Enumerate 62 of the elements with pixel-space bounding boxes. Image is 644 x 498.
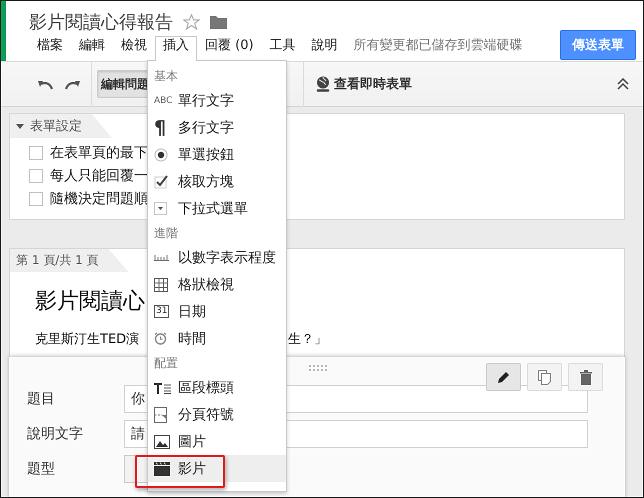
page-indicator: 第 1 頁/共 1 頁 xyxy=(10,249,129,272)
field-label: 題型 xyxy=(27,460,56,478)
pilcrow-icon: ¶ xyxy=(154,116,166,138)
alarm-clock-icon xyxy=(154,332,167,345)
insert-menu-item[interactable]: ¶ 多行文字 xyxy=(148,114,286,141)
folder-icon[interactable] xyxy=(210,15,227,29)
view-live-form-button[interactable]: 查看即時表單 xyxy=(312,75,416,93)
radio-icon xyxy=(154,148,168,162)
form-description: 克里斯汀生TED演 xyxy=(35,331,140,348)
insert-menu-item[interactable]: 核取方塊 xyxy=(148,168,286,195)
field-label: 說明文字 xyxy=(27,424,84,442)
heading-lines-icon xyxy=(154,382,171,394)
globe-icon xyxy=(316,76,330,92)
checkbox[interactable] xyxy=(29,168,43,182)
menu-group-heading: 進階 xyxy=(153,225,179,242)
menu-group-heading: 基本 xyxy=(153,68,179,85)
insert-menu-item[interactable]: 31 日期 xyxy=(148,298,286,325)
insert-menu-item[interactable]: 單選按鈕 xyxy=(148,141,286,168)
text-icon: ABC xyxy=(154,96,172,106)
scale-icon xyxy=(154,254,169,260)
option-label: 隨機決定問題順 xyxy=(50,190,148,208)
copy-icon xyxy=(538,370,551,384)
menu-item[interactable]: 說明 xyxy=(304,36,346,61)
menu-item[interactable]: 工具 xyxy=(262,36,304,61)
expand-triangle-icon[interactable] xyxy=(16,124,24,130)
menu-item[interactable]: 回覆 (0) xyxy=(197,36,262,61)
checkbox[interactable] xyxy=(29,146,43,160)
undo-icon[interactable] xyxy=(37,78,53,90)
page-break-icon xyxy=(154,406,167,422)
menu-item[interactable]: 編輯 xyxy=(71,36,113,61)
insert-menu-item[interactable]: 以數字表示程度 xyxy=(148,244,286,271)
insert-menu-item[interactable]: 下拉式選單 xyxy=(148,195,286,222)
section-tab[interactable]: 表單設定 xyxy=(10,114,112,138)
trash-icon xyxy=(580,370,592,384)
menu-group-heading: 配置 xyxy=(153,355,179,372)
collapse-icon[interactable] xyxy=(617,78,629,90)
menu-item[interactable]: 插入 xyxy=(155,36,197,61)
checkmark-icon xyxy=(154,174,169,189)
image-icon xyxy=(154,434,170,448)
insert-menu-item[interactable]: 時間 xyxy=(148,325,286,352)
field-label: 題目 xyxy=(27,390,56,408)
grid-icon xyxy=(154,278,168,292)
checkbox[interactable] xyxy=(29,192,43,206)
menu-item[interactable]: 檢視 xyxy=(113,36,155,61)
insert-menu-item[interactable]: 格狀檢視 xyxy=(148,271,286,298)
insert-menu-item[interactable]: 影片 xyxy=(148,455,286,482)
redo-icon[interactable] xyxy=(65,78,81,90)
duplicate-button[interactable] xyxy=(527,363,562,391)
calendar-icon: 31 xyxy=(154,305,170,318)
drag-handle-icon[interactable] xyxy=(309,365,327,371)
clapperboard-icon xyxy=(154,462,170,476)
form-description: 生？」 xyxy=(288,331,327,348)
edit-button[interactable] xyxy=(486,363,521,391)
save-status: 所有變更都已儲存到雲端硬碟 xyxy=(352,37,524,55)
delete-button[interactable] xyxy=(568,363,603,391)
star-icon[interactable] xyxy=(183,14,200,30)
document-title[interactable]: 影片閱讀心得報告 xyxy=(29,10,173,34)
form-title: 影片閱讀心 xyxy=(35,288,145,316)
dropdown-icon xyxy=(154,202,167,215)
menu-item[interactable]: 檔案 xyxy=(29,36,71,61)
option-label: 在表單頁的最下 xyxy=(50,144,148,162)
option-label: 每人只能回覆一 xyxy=(50,166,148,184)
